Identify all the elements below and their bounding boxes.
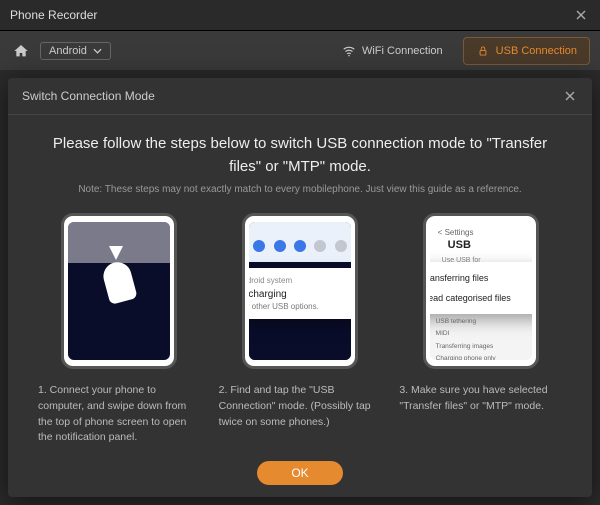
phone-illustration-2: Android system USB charging Tap for othe… [242,213,358,369]
modal-close-button[interactable] [562,88,578,104]
radio-card: Transferring files Read categorised file… [430,262,532,314]
list-item: MIDI [436,328,526,340]
settings-back: < Settings [438,228,524,237]
usb-lock-icon [476,44,490,58]
home-icon [13,43,29,59]
step-3-caption: 3. Make sure you have selected "Transfer… [399,383,562,415]
swipe-hand-icon [105,246,133,302]
step-2: Android system USB charging Tap for othe… [219,213,382,451]
notif-title: USB charging [249,289,351,300]
home-button[interactable] [10,40,32,62]
settings-list: USB tethering MIDI Transferring images C… [436,316,526,360]
list-item: Charging phone only [436,353,526,360]
system-label: Android system [249,276,292,285]
modal-header: Switch Connection Mode [8,78,592,115]
usb-tab-label: USB Connection [496,45,577,57]
option-read-categorised: Read categorised files [430,293,511,303]
step-1: 1. Connect your phone to computer, and s… [38,213,201,451]
modal-title: Switch Connection Mode [22,89,562,103]
usb-connection-tab[interactable]: USB Connection [463,37,590,65]
chevron-down-icon [93,48,102,54]
wifi-icon [342,44,356,58]
phone-illustration-1 [61,213,177,369]
list-item: USB tethering [436,316,526,328]
step-3: < Settings USB Use USB for Transferring … [399,213,562,451]
modal-headline: Please follow the steps below to switch … [38,133,562,178]
platform-label: Android [49,45,87,57]
step-2-caption: 2. Find and tap the "USB Connection" mod… [219,383,382,430]
app-title: Phone Recorder [10,8,572,22]
modal-body: Please follow the steps below to switch … [8,115,592,497]
ok-button[interactable]: OK [257,461,342,485]
close-icon [576,10,586,20]
close-icon [565,91,575,101]
phone-illustration-3: < Settings USB Use USB for Transferring … [423,213,539,369]
wifi-tab-label: WiFi Connection [362,45,443,57]
wifi-connection-tab[interactable]: WiFi Connection [330,37,455,65]
settings-title: USB [448,239,524,251]
option-transfer-files: Transferring files [430,273,489,283]
app-titlebar: Phone Recorder [0,0,600,31]
modal-note: Note: These steps may not exactly match … [38,184,562,195]
notification-card: Android system USB charging Tap for othe… [249,268,351,319]
notif-subtitle: Tap for other USB options. [249,302,351,311]
list-item: Transferring images [436,341,526,353]
app-close-button[interactable] [572,6,590,24]
step-1-caption: 1. Connect your phone to computer, and s… [38,383,201,446]
main-toolbar: Android WiFi Connection USB Connection [0,31,600,71]
platform-select[interactable]: Android [40,42,111,60]
connection-mode-modal: Switch Connection Mode Please follow the… [8,78,592,497]
steps-row: 1. Connect your phone to computer, and s… [38,213,562,451]
